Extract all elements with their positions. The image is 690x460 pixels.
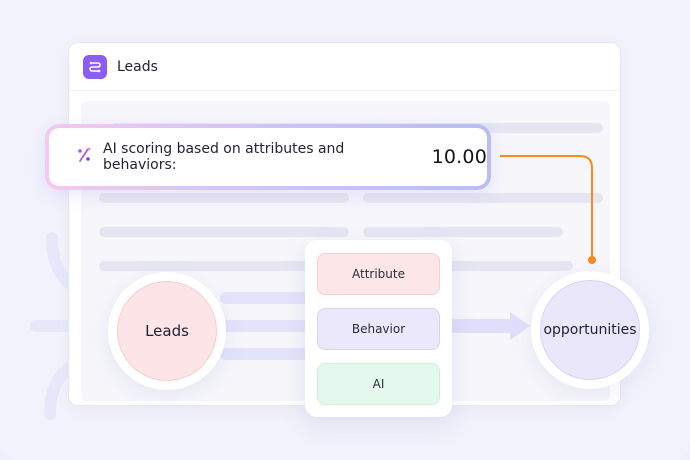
percent-sparkle-icon (75, 146, 93, 168)
arrow-head-icon (510, 312, 530, 340)
score-value: 10.00 (431, 146, 487, 168)
ai-scoring-banner: AI scoring based on attributes and behav… (45, 124, 491, 190)
leads-node: Leads (108, 272, 226, 390)
connector-line (500, 155, 593, 256)
opportunities-node-label: opportunities (540, 280, 640, 380)
factor-behavior: Behavior (317, 308, 440, 350)
connector-dot (588, 256, 596, 264)
scoring-label: AI scoring based on attributes and behav… (103, 141, 345, 173)
scoring-factors-card: Attribute Behavior AI (305, 240, 452, 417)
factor-attribute: Attribute (317, 253, 440, 295)
opportunities-node: opportunities (531, 271, 649, 389)
leads-node-label: Leads (117, 281, 217, 381)
illustration-stage: Leads AI scoring based on attributes and… (0, 0, 690, 460)
factor-ai: AI (317, 363, 440, 405)
